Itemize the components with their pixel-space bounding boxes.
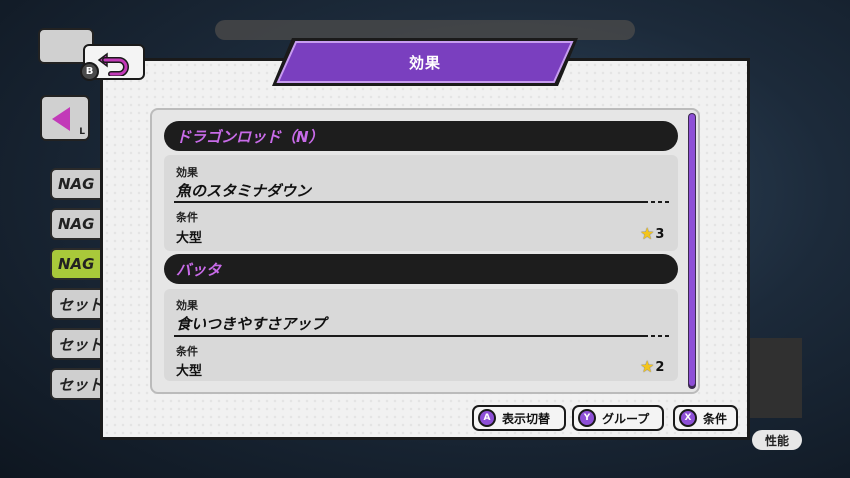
bg-performance-tab: 性能 <box>752 430 802 450</box>
b-button-badge: B <box>80 62 99 81</box>
entry-card <box>164 155 678 251</box>
star-icon: ★ <box>640 357 655 376</box>
condition-button[interactable]: X 条件 <box>673 405 738 431</box>
a-button-icon: A <box>478 409 496 427</box>
y-button-icon: Y <box>578 409 596 427</box>
condition-label: 条件 <box>176 211 198 224</box>
dialog-title: 効果 <box>408 53 441 72</box>
entry-header: バッタ <box>164 254 678 284</box>
effect-label: 効果 <box>176 166 198 179</box>
effect-value: 魚のスタミナダウン <box>176 182 312 200</box>
condition-label: 条件 <box>176 345 198 358</box>
group-label: グループ <box>602 411 650 426</box>
divider <box>174 201 648 203</box>
entry-header: ドラゴンロッド（N） <box>164 121 678 151</box>
effect-value: 食いつきやすさアップ <box>176 315 327 333</box>
condition-value: 大型 <box>176 364 203 379</box>
group-button[interactable]: Y グループ <box>572 405 664 431</box>
divider-dash <box>651 335 669 337</box>
star-rating: ★ 3 <box>640 226 664 242</box>
condition-value: 大型 <box>176 231 203 246</box>
divider <box>174 335 648 337</box>
star-icon: ★ <box>640 224 655 243</box>
bg-l-tab-button: L <box>40 95 90 141</box>
x-button-icon: X <box>679 409 697 427</box>
star-count: 3 <box>655 226 665 242</box>
star-count: 2 <box>655 359 665 375</box>
star-rating: ★ 2 <box>640 359 664 375</box>
toggle-display-button[interactable]: A 表示切替 <box>472 405 566 431</box>
effect-label: 効果 <box>176 299 198 312</box>
left-arrow-icon <box>52 107 70 131</box>
divider-dash <box>651 201 669 203</box>
condition-button-label: 条件 <box>703 411 728 426</box>
l-key-label: L <box>79 127 85 137</box>
undo-arrow-icon <box>97 52 129 76</box>
scrollbar-thumb[interactable] <box>689 114 695 386</box>
dialog-title-banner: 効果 <box>270 36 580 88</box>
toggle-display-label: 表示切替 <box>502 411 551 426</box>
